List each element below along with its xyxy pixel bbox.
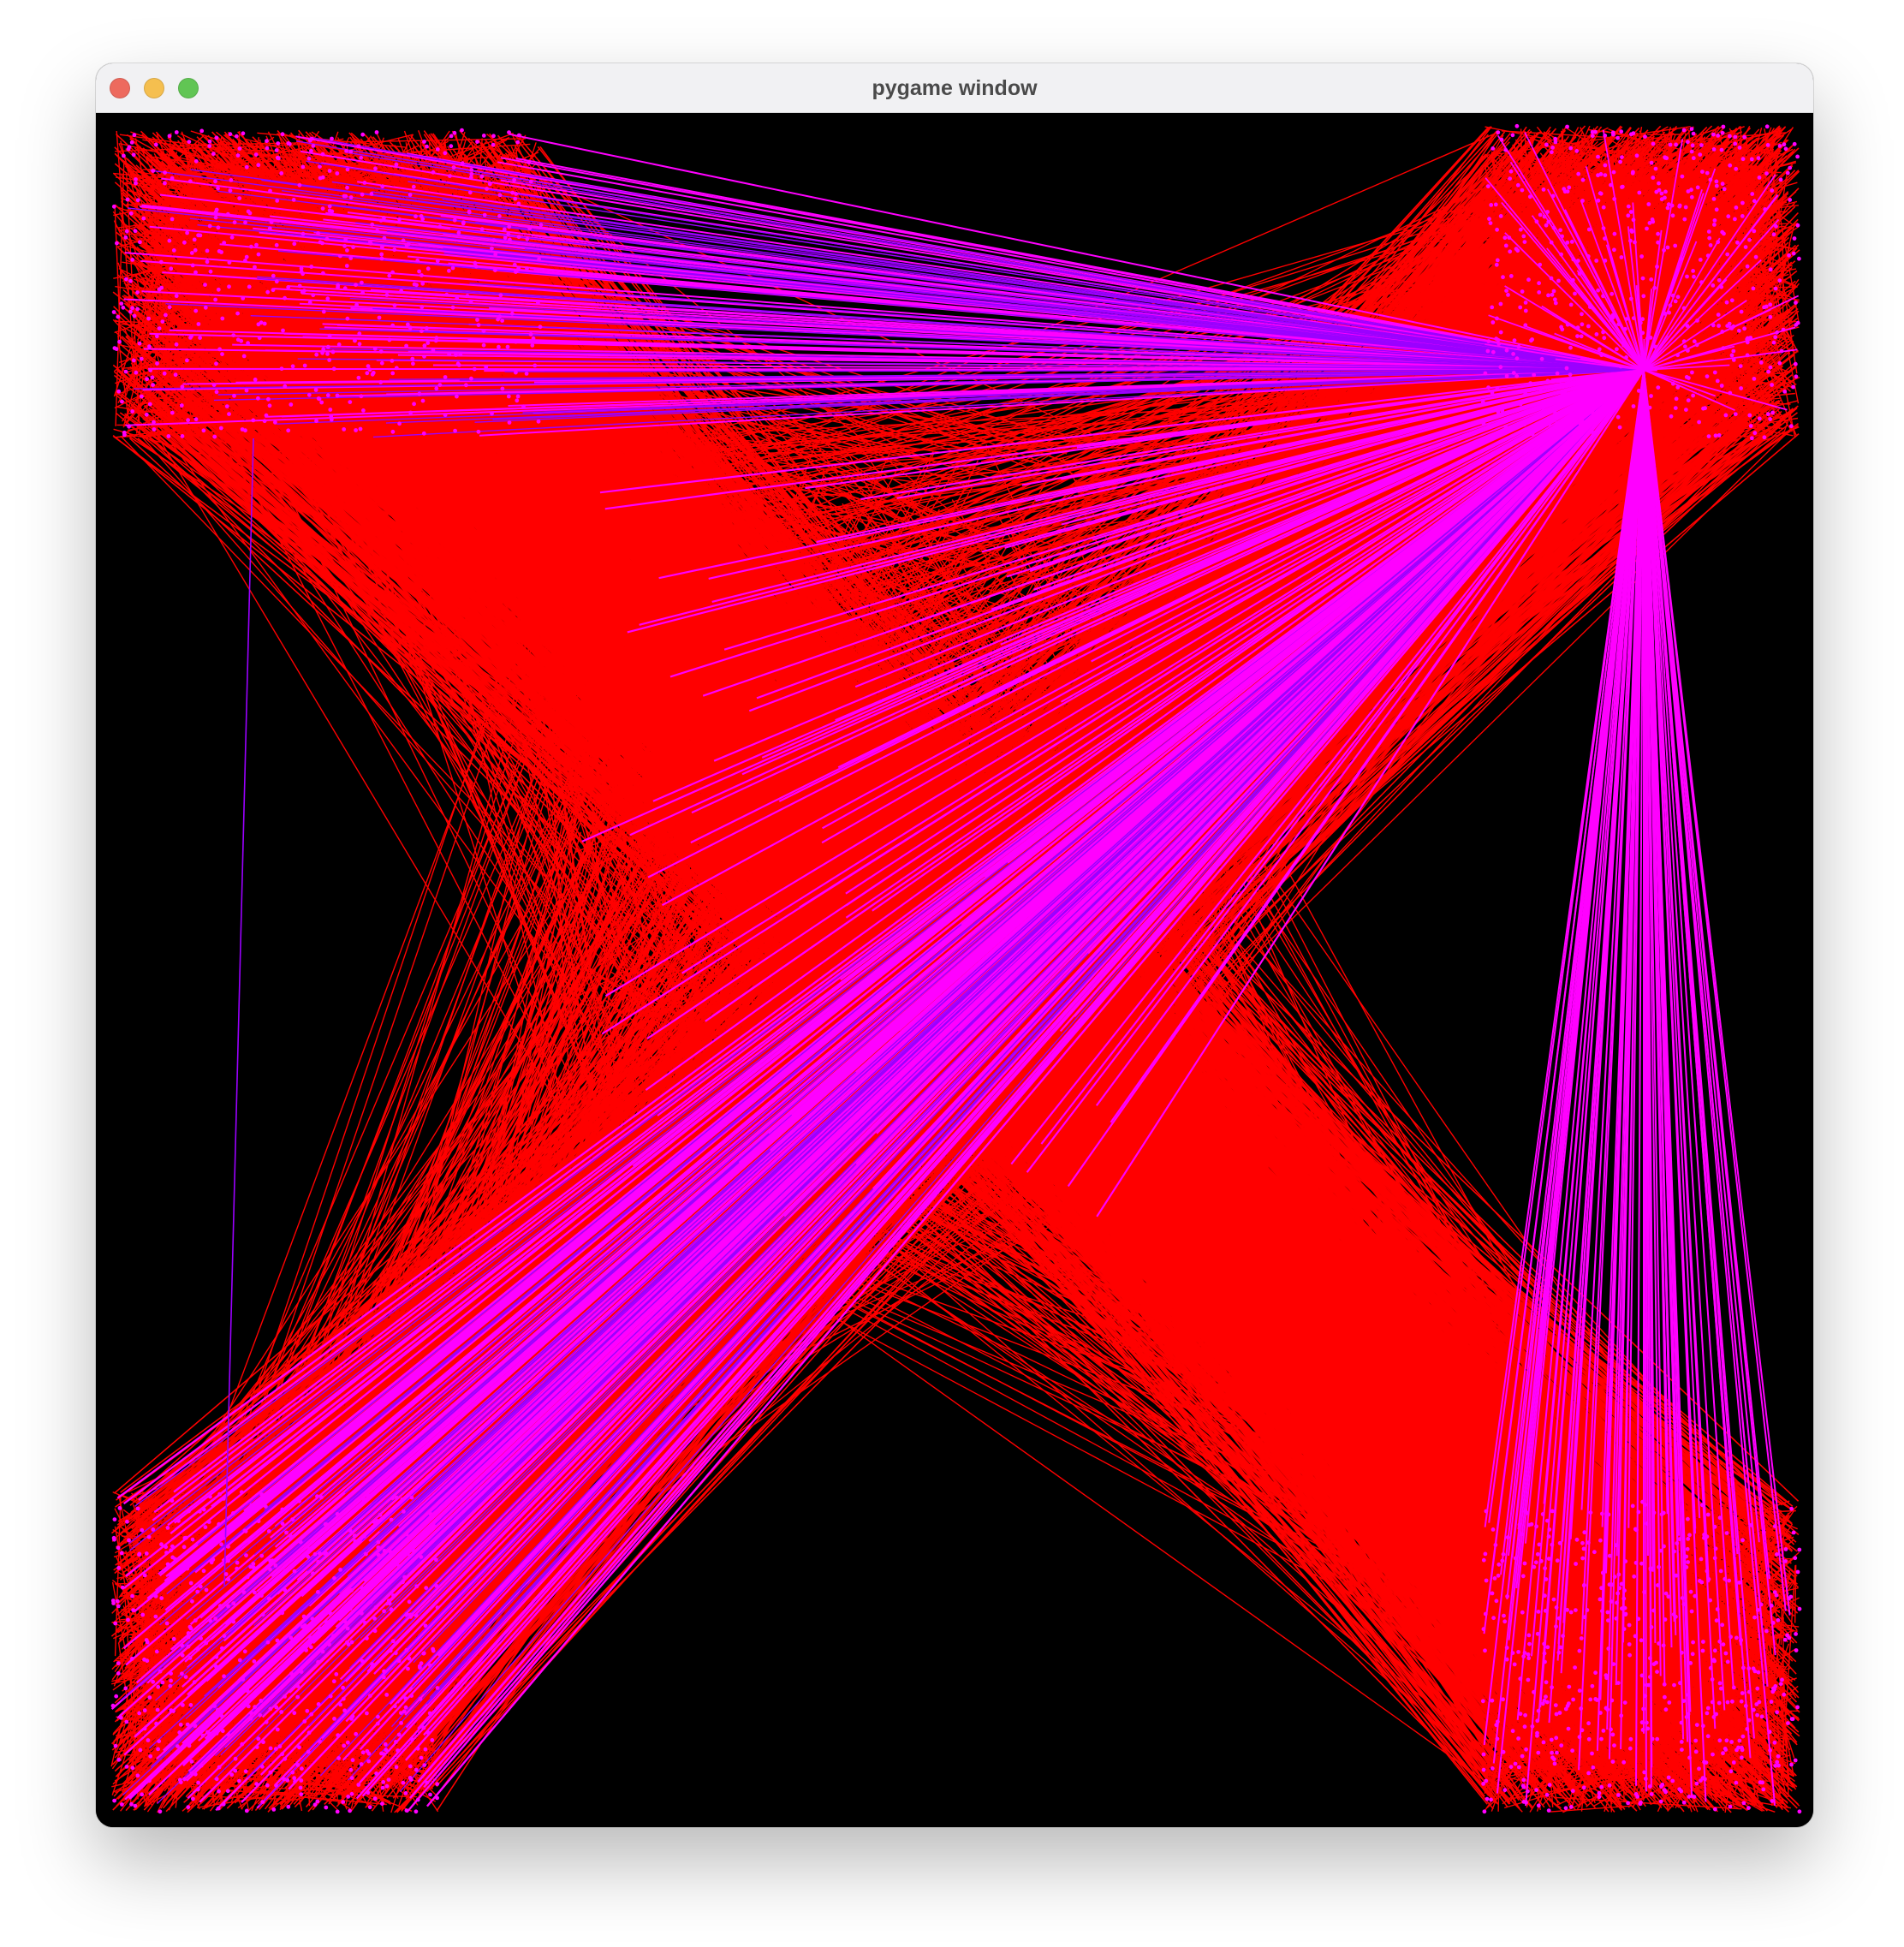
- window-title: pygame window: [872, 76, 1038, 100]
- graph-drawing: [110, 123, 1802, 1814]
- pygame-canvas[interactable]: [96, 113, 1813, 1827]
- window-titlebar[interactable]: pygame window: [96, 63, 1813, 113]
- pygame-window: pygame window: [96, 63, 1813, 1827]
